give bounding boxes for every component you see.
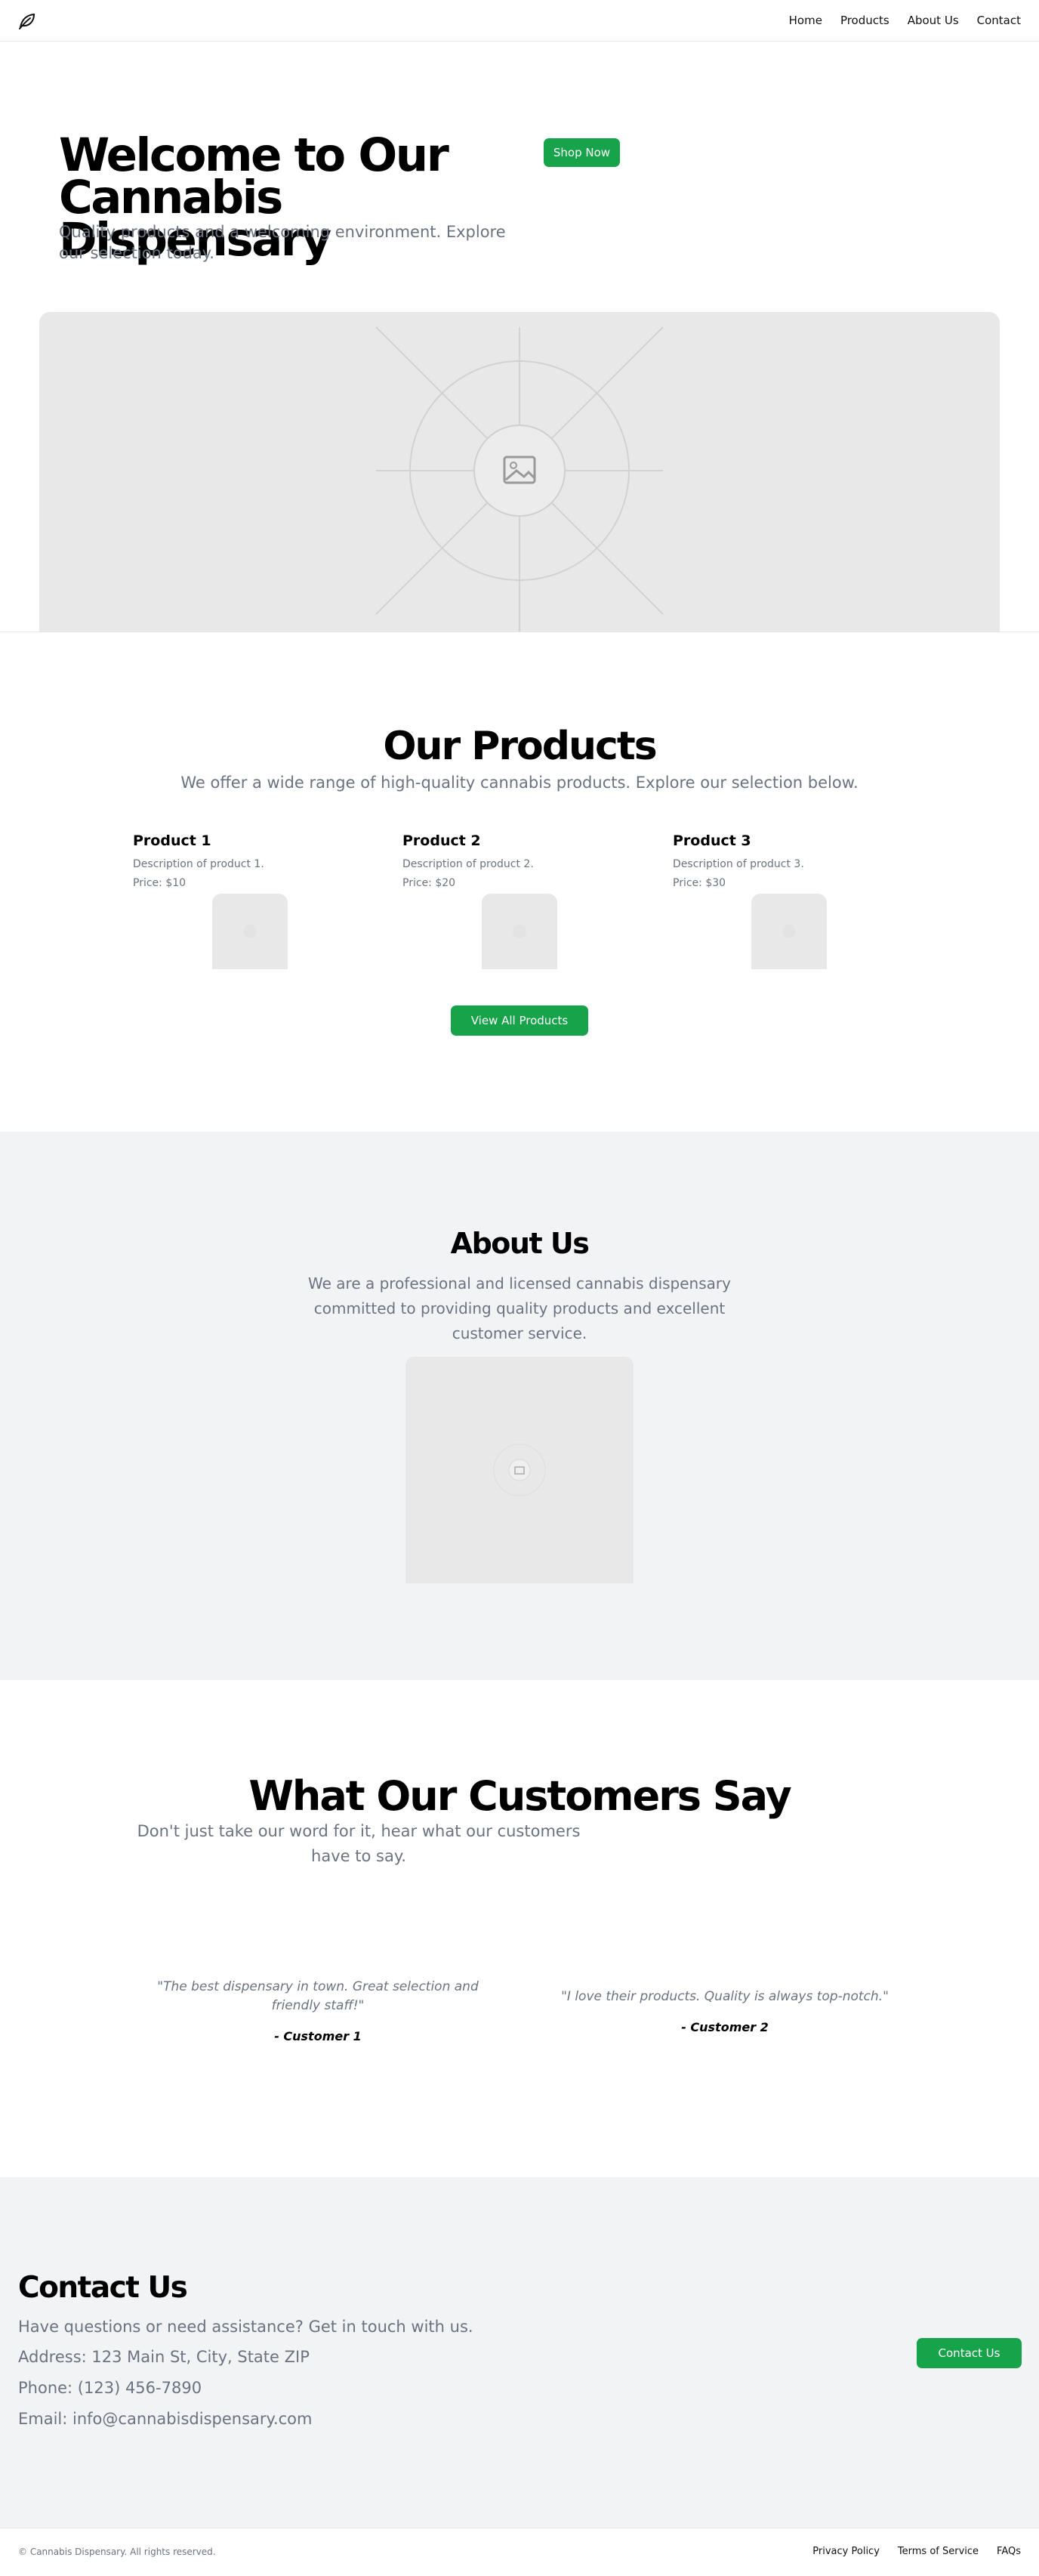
product-description: Description of product 1. bbox=[133, 858, 264, 870]
contact-intro: Have questions or need assistance? Get i… bbox=[18, 2318, 473, 2336]
privacy-policy-link[interactable]: Privacy Policy bbox=[812, 2546, 880, 2557]
about-title: About Us bbox=[450, 1227, 590, 1260]
copyright-text: © Cannabis Dispensary. All rights reserv… bbox=[18, 2547, 216, 2557]
testimonials-subtitle: Don't just take our word for it, hear wh… bbox=[137, 1822, 581, 1865]
leaf-icon[interactable] bbox=[17, 11, 38, 32]
testimonial-author: - Customer 1 bbox=[274, 2029, 362, 2043]
site-header: Home Products About Us Contact bbox=[0, 0, 1039, 42]
faqs-link[interactable]: FAQs bbox=[997, 2546, 1021, 2557]
product-image[interactable] bbox=[751, 894, 827, 969]
image-placeholder-icon bbox=[782, 925, 796, 938]
hero-image bbox=[39, 312, 1000, 632]
main-nav: Home Products About Us Contact bbox=[789, 14, 1021, 27]
footer-nav: Privacy Policy Terms of Service FAQs bbox=[812, 2546, 1021, 2557]
testimonial-author: - Customer 2 bbox=[681, 2020, 769, 2034]
products-subtitle: We offer a wide range of high-quality ca… bbox=[180, 774, 859, 792]
product-price: Price: $10 bbox=[133, 877, 187, 889]
about-image bbox=[405, 1357, 634, 1583]
testimonial-quote: "The best dispensary in town. Great sele… bbox=[157, 1979, 479, 2013]
site-footer: © Cannabis Dispensary. All rights reserv… bbox=[0, 2528, 1039, 2576]
product-description: Description of product 2. bbox=[402, 858, 534, 870]
product-name: Product 3 bbox=[673, 832, 751, 849]
product-price: Price: $20 bbox=[402, 877, 456, 889]
product-card[interactable]: Product 3 Description of product 3. Pric… bbox=[673, 832, 899, 893]
testimonial-quote: "I love their products. Quality is alway… bbox=[561, 1989, 889, 2004]
hero-subtitle: Quality products and a welcoming environ… bbox=[59, 223, 506, 262]
nav-about-link[interactable]: About Us bbox=[908, 14, 959, 27]
image-placeholder-icon bbox=[493, 1444, 546, 1496]
product-description: Description of product 3. bbox=[673, 858, 804, 870]
contact-title: Contact Us bbox=[18, 2271, 188, 2305]
view-all-products-button[interactable]: View All Products bbox=[451, 1005, 588, 1036]
contact-address: Address: 123 Main St, City, State ZIP bbox=[18, 2348, 310, 2366]
nav-home-link[interactable]: Home bbox=[789, 14, 822, 27]
product-card[interactable]: Product 2 Description of product 2. Pric… bbox=[402, 832, 629, 893]
shop-now-button[interactable]: Shop Now bbox=[544, 138, 620, 167]
product-image[interactable] bbox=[212, 894, 288, 969]
nav-products-link[interactable]: Products bbox=[840, 14, 889, 27]
about-text: We are a professional and licensed canna… bbox=[308, 1274, 731, 1342]
product-image[interactable] bbox=[482, 894, 557, 969]
image-placeholder-icon bbox=[513, 925, 526, 938]
terms-of-service-link[interactable]: Terms of Service bbox=[898, 2546, 979, 2557]
product-card[interactable]: Product 1 Description of product 1. Pric… bbox=[133, 832, 359, 893]
product-price: Price: $30 bbox=[673, 877, 726, 889]
contact-us-button[interactable]: Contact Us bbox=[917, 2338, 1022, 2368]
image-placeholder-icon bbox=[375, 326, 664, 632]
product-name: Product 2 bbox=[402, 832, 481, 849]
page: Home Products About Us Contact Welcome t… bbox=[0, 0, 1039, 2576]
products-title: Our Products bbox=[383, 724, 657, 769]
product-name: Product 1 bbox=[133, 832, 211, 849]
contact-email: Email: info@cannabisdispensary.com bbox=[18, 2410, 313, 2428]
nav-contact-link[interactable]: Contact bbox=[977, 14, 1021, 27]
image-placeholder-icon bbox=[243, 925, 257, 938]
testimonials-title: What Our Customers Say bbox=[248, 1772, 791, 1820]
contact-phone: Phone: (123) 456-7890 bbox=[18, 2379, 202, 2397]
